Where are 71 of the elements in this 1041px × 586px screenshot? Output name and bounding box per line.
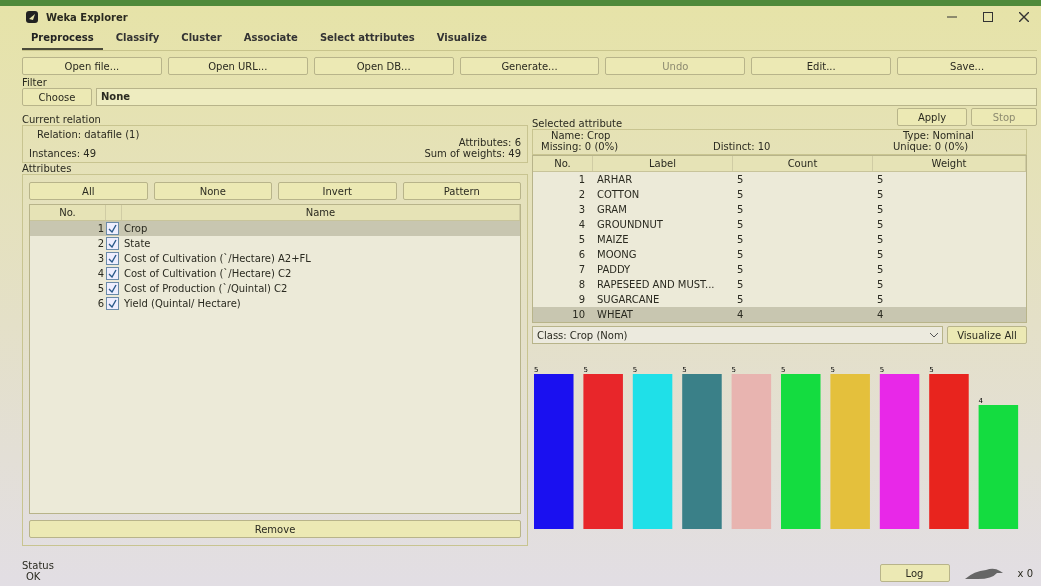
- attribute-select-button[interactable]: All: [29, 182, 148, 200]
- sum-of-weights-label: Sum of weights: 49: [423, 148, 521, 159]
- status-message: OK: [25, 571, 42, 582]
- checkbox[interactable]: [106, 222, 119, 235]
- maximize-icon[interactable]: [983, 12, 993, 22]
- app-logo-icon: [26, 11, 38, 23]
- section-title: Current relation: [22, 114, 102, 125]
- toolbar-button[interactable]: Open DB...: [313, 57, 454, 75]
- value-row[interactable]: 6 MOONG 5 5: [533, 247, 1026, 262]
- column-header[interactable]: No.: [533, 156, 593, 171]
- visualize-all-button[interactable]: Visualize All: [947, 326, 1027, 344]
- close-icon[interactable]: [1019, 12, 1029, 22]
- attribute-row[interactable]: 2 State: [30, 236, 520, 251]
- toolbar-button[interactable]: Edit...: [751, 57, 892, 75]
- column-header[interactable]: Weight: [873, 156, 1026, 171]
- filter-field[interactable]: None: [96, 88, 1037, 106]
- tab[interactable]: Preprocess: [22, 28, 103, 50]
- tab[interactable]: Associate: [234, 28, 307, 50]
- attribute-row[interactable]: 4 Cost of Cultivation (`/Hectare) C2: [30, 266, 520, 281]
- column-header[interactable]: Label: [593, 156, 733, 171]
- column-header[interactable]: Name: [122, 205, 520, 220]
- attribute-type-label: Type: Nominal: [903, 130, 975, 141]
- distinct-label: Distinct: 10: [713, 141, 772, 152]
- value-row[interactable]: 9 SUGARCANE 5 5: [533, 292, 1026, 307]
- caret-icon: [930, 332, 938, 338]
- missing-label: Missing: 0 (0%): [540, 141, 620, 152]
- value-row[interactable]: 10 WHEAT 4 4: [533, 307, 1026, 322]
- attributes-count: Attributes: 6: [457, 136, 521, 148]
- attribute-row[interactable]: 1 Crop: [30, 221, 520, 236]
- attribute-select-button[interactable]: Pattern: [402, 182, 521, 200]
- value-row[interactable]: 3 GRAM 5 5: [533, 202, 1026, 217]
- attribute-row[interactable]: 5 Cost of Production (`/Quintal) C2: [30, 281, 520, 296]
- value-row[interactable]: 1 ARHAR 5 5: [533, 172, 1026, 187]
- log-button[interactable]: Log: [879, 564, 950, 582]
- choose-button[interactable]: Choose: [22, 88, 92, 106]
- window-title: Weka Explorer: [46, 11, 128, 23]
- toolbar-button[interactable]: Open file...: [22, 57, 162, 75]
- value-row[interactable]: 2 COTTON 5 5: [533, 187, 1026, 202]
- tab[interactable]: Visualize: [427, 28, 496, 50]
- column-header[interactable]: No.: [30, 205, 106, 220]
- unique-label: Unique: 0 (0%): [892, 141, 970, 152]
- tab[interactable]: Classify: [106, 28, 169, 50]
- checkbox[interactable]: [106, 297, 119, 310]
- toolbar-button[interactable]: Open URL...: [167, 57, 308, 75]
- attribute-row[interactable]: 3 Cost of Cultivation (`/Hectare) A2+FL: [30, 251, 520, 266]
- value-row[interactable]: 7 PADDY 5 5: [533, 262, 1026, 277]
- status-title: Status: [22, 560, 54, 571]
- checkbox[interactable]: [106, 282, 119, 295]
- attribute-select-button[interactable]: Invert: [278, 182, 397, 200]
- checkbox[interactable]: [106, 237, 119, 250]
- apply-button[interactable]: Apply: [897, 108, 967, 126]
- checkbox[interactable]: [106, 267, 119, 280]
- relation-label: Relation: datafile (1): [36, 129, 141, 142]
- value-row[interactable]: 8 RAPESEED AND MUST... 5 5: [533, 277, 1026, 292]
- class-dropdown[interactable]: Class: Crop (Nom): [532, 326, 943, 344]
- instances-label: Instances: 49: [29, 148, 98, 159]
- tab[interactable]: Select attributes: [310, 28, 424, 50]
- remove-button[interactable]: Remove: [29, 520, 521, 538]
- attribute-name-label: Name: Crop: [551, 130, 611, 141]
- task-count: x 0: [1017, 567, 1034, 579]
- section-title: Attributes: [22, 163, 73, 174]
- value-row[interactable]: 4 GROUNDNUT 5 5: [533, 217, 1026, 232]
- section-title: Filter: [22, 77, 48, 88]
- toolbar-button[interactable]: Save...: [897, 57, 1037, 75]
- checkbox[interactable]: [106, 252, 119, 265]
- column-header[interactable]: Count: [733, 156, 873, 171]
- toolbar-button[interactable]: Generate...: [459, 57, 600, 75]
- value-row[interactable]: 5 MAIZE 5 5: [533, 232, 1026, 247]
- tab[interactable]: Cluster: [172, 28, 231, 50]
- attribute-row[interactable]: 6 Yield (Quintal/ Hectare): [30, 296, 520, 311]
- attribute-select-button[interactable]: None: [153, 182, 272, 200]
